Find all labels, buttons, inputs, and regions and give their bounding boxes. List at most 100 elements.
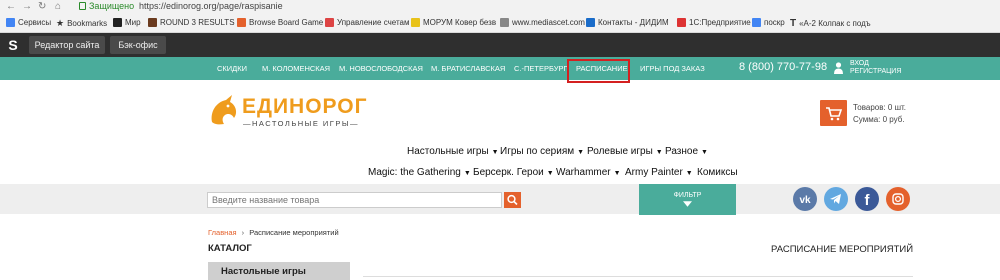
- bookmark-item[interactable]: ★ Bookmarks: [56, 18, 107, 29]
- nav-misc[interactable]: Разное ▼: [665, 146, 708, 157]
- caret-down-icon: ▼: [546, 170, 554, 177]
- bookmark-item[interactable]: T «А-2 Колпак с подъ: [790, 18, 871, 29]
- breadcrumb-home[interactable]: Главная: [208, 228, 237, 237]
- nav-magic[interactable]: Magic: the Gathering ▼: [368, 167, 471, 178]
- address-bar: ← → ↻ ⌂ Защищено https://edinorog.org/pa…: [0, 0, 1000, 14]
- menu-item-bratislavskaya[interactable]: М. БРАТИСЛАВСКАЯ: [431, 64, 505, 73]
- bookmark-item[interactable]: Контакты - ДИДИМ: [586, 18, 669, 27]
- caret-down-icon: ▼: [463, 170, 471, 177]
- secure-label: Защищено: [89, 1, 135, 11]
- nav-label: Ролевые игры: [587, 146, 653, 157]
- filter-button[interactable]: ФИЛЬТР: [639, 184, 736, 215]
- login-link[interactable]: ВХОД: [850, 60, 869, 67]
- search-input[interactable]: [207, 192, 502, 208]
- svg-text:vk: vk: [799, 195, 811, 206]
- bookmark-favicon: [148, 18, 157, 27]
- highlight-box: [567, 59, 630, 83]
- facebook-icon[interactable]: f: [855, 187, 879, 211]
- menu-item-discounts[interactable]: СКИДКИ: [217, 64, 247, 73]
- back-office-button[interactable]: Бэк-офис: [110, 36, 166, 54]
- bookmark-favicon: [237, 18, 246, 27]
- bookmark-label: Мир: [125, 18, 141, 27]
- bookmark-item[interactable]: 1С:Предприятие: [677, 18, 751, 27]
- bookmark-label: Сервисы: [18, 18, 52, 27]
- admin-bar: S Редактор сайта Бэк-офис: [0, 33, 1000, 57]
- nav-series[interactable]: Игры по сериям ▼: [500, 146, 584, 157]
- instagram-icon[interactable]: [886, 187, 910, 211]
- star-icon: ★: [56, 18, 65, 28]
- nav-warhammer[interactable]: Warhammer ▼: [556, 167, 621, 178]
- bookmark-label: МОРУМ Ковер безв: [423, 18, 497, 27]
- bookmark-label: www.mediascet.com: [512, 18, 585, 27]
- chevron-down-icon: [683, 201, 692, 207]
- bookmark-favicon: [586, 18, 595, 27]
- bookmark-label: Bookmarks: [67, 19, 108, 28]
- bookmarks-bar: Сервисы ★ Bookmarks Мир ROUND 3 RESULTS |…: [0, 14, 1000, 33]
- top-menu: СКИДКИ М. КОЛОМЕНСКАЯ М. НОВОСЛОБОДСКАЯ …: [0, 57, 1000, 80]
- user-icon[interactable]: [834, 62, 843, 74]
- bookmark-label: Browse Board Game: [249, 18, 324, 27]
- cart-icon: [826, 107, 843, 121]
- vk-icon[interactable]: vk: [793, 187, 817, 211]
- bookmark-label: «А-2 Колпак с подъ: [799, 19, 871, 28]
- nav-rpg[interactable]: Ролевые игры ▼: [587, 146, 663, 157]
- url-field[interactable]: https://edinorog.org/page/raspisanie: [139, 1, 283, 11]
- nav-label: Настольные игры: [407, 146, 489, 157]
- bookmark-label: Контакты - ДИДИМ: [598, 18, 669, 27]
- menu-item-novoslobodskaya[interactable]: М. НОВОСЛОБОДСКАЯ: [339, 64, 423, 73]
- nav-label: Magic: the Gathering: [368, 167, 461, 178]
- reload-icon[interactable]: ↻: [38, 1, 46, 12]
- catalog-title: КАТАЛОГ: [208, 243, 252, 254]
- caret-down-icon: ▼: [613, 170, 621, 177]
- forward-icon[interactable]: →: [22, 1, 32, 12]
- caret-down-icon: ▼: [685, 170, 693, 177]
- register-link[interactable]: РЕГИСТРАЦИЯ: [850, 68, 901, 75]
- back-icon[interactable]: ←: [6, 1, 16, 12]
- bookmark-label: 1С:Предприятие: [689, 18, 751, 27]
- apps-icon: [6, 18, 15, 27]
- home-icon[interactable]: ⌂: [55, 1, 61, 12]
- bookmark-favicon: [411, 18, 420, 27]
- bookmark-item[interactable]: Browse Board Game: [237, 18, 323, 27]
- filter-label: ФИЛЬТР: [673, 192, 702, 199]
- brand-name[interactable]: ЕДИНОРОГ: [242, 95, 368, 119]
- menu-item-preorder[interactable]: ИГРЫ ПОД ЗАКАЗ: [640, 64, 705, 73]
- nav-army-painter[interactable]: Army Painter ▼: [625, 167, 693, 178]
- bookmark-item[interactable]: Управление счетам: [325, 18, 409, 27]
- nav-label: Army Painter: [625, 167, 683, 178]
- bookmark-item[interactable]: Мир: [113, 18, 141, 27]
- divider: [363, 276, 913, 277]
- bookmark-favicon: [500, 18, 509, 27]
- nav-board-games[interactable]: Настольные игры ▼: [407, 146, 499, 157]
- cart-button[interactable]: [820, 100, 847, 126]
- menu-item-kolomenskaya[interactable]: М. КОЛОМЕНСКАЯ: [262, 64, 330, 73]
- bookmark-favicon: [113, 18, 122, 27]
- cart-goods-count: Товаров: 0 шт.: [853, 103, 907, 112]
- nav-label: Warhammer: [556, 167, 611, 178]
- menu-item-spb[interactable]: С.-ПЕТЕРБУРГ: [514, 64, 568, 73]
- bookmark-item[interactable]: Сервисы: [6, 18, 51, 27]
- bookmark-item[interactable]: поскр: [752, 18, 785, 27]
- bookmark-label: Управление счетам: [337, 18, 410, 27]
- caret-down-icon: ▼: [491, 149, 499, 156]
- catalog-item[interactable]: Настольные игры: [208, 262, 350, 280]
- telegram-icon[interactable]: [824, 187, 848, 211]
- phone-number[interactable]: 8 (800) 770-77-98: [739, 61, 827, 73]
- search-button[interactable]: [504, 192, 521, 208]
- bookmark-item[interactable]: ROUND 3 RESULTS |: [148, 18, 239, 27]
- search-icon: [507, 194, 518, 206]
- breadcrumb-current: Расписание мероприятий: [249, 228, 339, 237]
- unicorn-logo-icon[interactable]: [208, 94, 240, 126]
- login-links: ВХОД РЕГИСТРАЦИЯ: [850, 60, 901, 76]
- bookmark-item[interactable]: МОРУМ Ковер безв: [411, 18, 496, 27]
- site-editor-button[interactable]: Редактор сайта: [29, 36, 105, 54]
- page-title: РАСПИСАНИЕ МЕРОПРИЯТИЙ: [771, 244, 914, 255]
- site-logo-icon[interactable]: S: [4, 36, 22, 54]
- nav-comics[interactable]: Комиксы: [697, 167, 738, 178]
- nav-berserk[interactable]: Берсерк. Герои ▼: [473, 167, 554, 178]
- bookmark-favicon: [325, 18, 334, 27]
- svg-text:f: f: [865, 192, 871, 209]
- breadcrumb: Главная › Расписание мероприятий: [208, 228, 339, 237]
- nav-label: Разное: [665, 146, 699, 157]
- bookmark-item[interactable]: www.mediascet.com: [500, 18, 585, 27]
